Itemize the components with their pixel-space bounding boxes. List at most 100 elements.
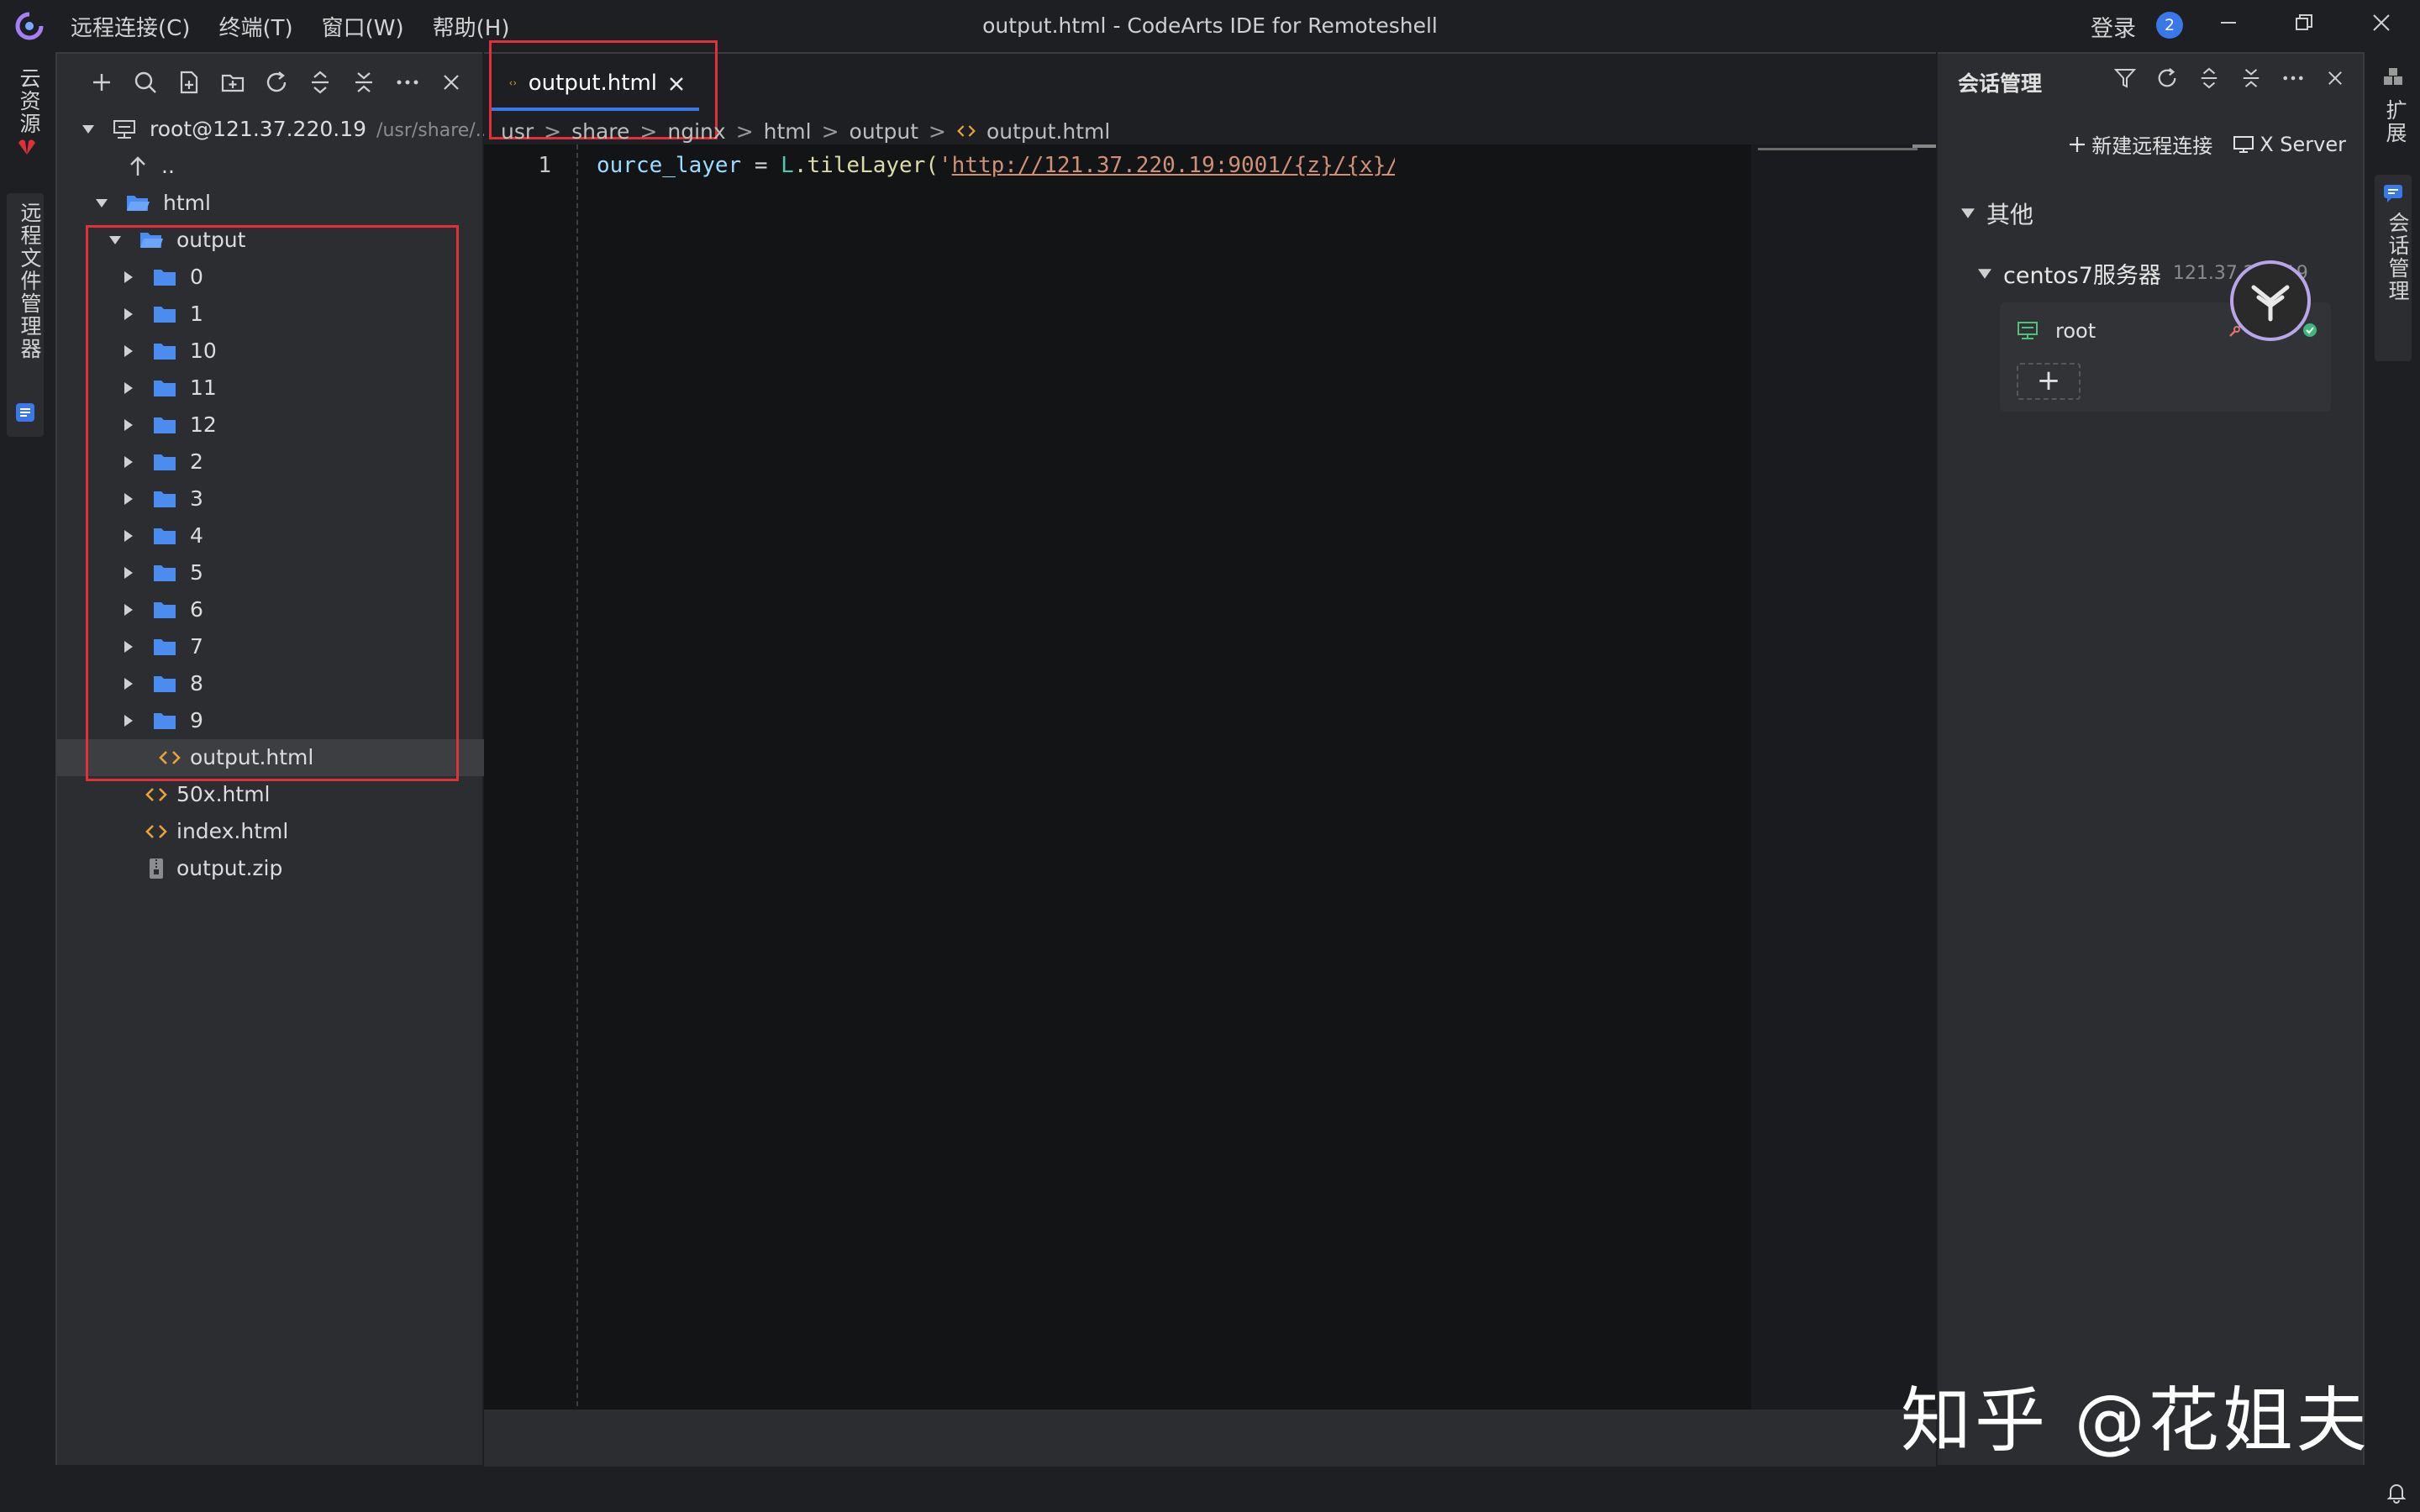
title-bar: 远程连接(C) 终端(T) 窗口(W) 帮助(H) output.html - … <box>0 0 2420 52</box>
file-label: output.zip <box>176 856 283 880</box>
menu-window[interactable]: 窗口(W) <box>322 11 404 42</box>
tree-file-index-html[interactable]: index.html <box>57 813 484 850</box>
more-actions-button[interactable] <box>395 70 420 95</box>
tree-subfolder-1[interactable]: 1 <box>57 296 484 333</box>
chevron-right-icon[interactable] <box>119 333 138 370</box>
folder-label: 11 <box>190 375 217 400</box>
tree-subfolder-8[interactable]: 8 <box>57 665 484 702</box>
menu-help[interactable]: 帮助(H) <box>433 11 510 42</box>
close-explorer-button[interactable] <box>439 70 464 95</box>
tree-subfolder-2[interactable]: 2 <box>57 444 484 480</box>
floating-assistant-avatar[interactable] <box>2230 260 2311 341</box>
vertical-scroll-indicator[interactable] <box>1912 144 1936 148</box>
menu-terminal[interactable]: 终端(T) <box>218 11 292 42</box>
minimize-icon <box>2221 22 2236 24</box>
chevron-right-icon[interactable] <box>119 702 138 739</box>
tree-folder-html[interactable]: html <box>57 185 484 222</box>
tree-subfolder-0[interactable]: 0 <box>57 259 484 296</box>
add-session-button[interactable]: + <box>2017 363 2081 400</box>
new-remote-connection-label: 新建远程连接 <box>2091 134 2213 158</box>
chevron-right-icon[interactable] <box>119 517 138 554</box>
filter-button[interactable] <box>2112 66 2138 91</box>
tree-subfolder-7[interactable]: 7 <box>57 628 484 665</box>
chevron-right-icon[interactable] <box>119 591 138 628</box>
tree-file-output-zip[interactable]: output.zip <box>57 850 484 887</box>
close-window-button[interactable] <box>2365 10 2398 40</box>
tree-subfolder-12[interactable]: 12 <box>57 407 484 444</box>
bell-icon[interactable] <box>2386 1482 2407 1504</box>
expand-all-button[interactable] <box>308 70 333 95</box>
chevron-down-icon[interactable] <box>92 185 111 222</box>
activity-remote-file-manager[interactable]: 远程文件管理器 <box>7 193 44 437</box>
code-token: L <box>781 153 794 178</box>
new-file-button[interactable] <box>176 70 202 95</box>
breadcrumb-item[interactable]: output <box>850 119 918 144</box>
editor-area: output.html usr > share > nginx > html > out… <box>484 40 1936 1467</box>
more-actions-button[interactable] <box>2281 66 2306 91</box>
refresh-button[interactable] <box>264 70 289 95</box>
minimap[interactable] <box>1751 144 1936 1465</box>
refresh-button[interactable] <box>2154 66 2180 91</box>
breadcrumb-item[interactable]: html <box>764 119 812 144</box>
search-button[interactable] <box>133 70 158 95</box>
tree-file-50x-html[interactable]: 50x.html <box>57 776 484 813</box>
activity-remote-file-manager-label: 远程文件管理器 <box>18 202 42 360</box>
breadcrumb-item[interactable]: output.html <box>986 119 1110 144</box>
breadcrumb: usr > share > nginx > html > output > output.… <box>501 116 1110 146</box>
notification-badge[interactable]: 2 <box>2156 12 2183 39</box>
chevron-right-icon: > <box>544 118 562 144</box>
collapse-all-button[interactable] <box>351 70 376 95</box>
code-editor[interactable]: 1 ource_layer = L.tileLayer('http://121.… <box>484 144 1936 1465</box>
activity-cloud-resources[interactable]: 云资源 <box>13 67 44 135</box>
new-folder-button[interactable] <box>220 70 245 95</box>
server-icon <box>113 120 135 139</box>
expand-all-button[interactable] <box>2196 66 2222 91</box>
chevron-right-icon[interactable] <box>119 628 138 665</box>
activity-session-manager[interactable]: 会话管理 <box>2375 175 2412 361</box>
breadcrumb-item[interactable]: share <box>571 119 629 144</box>
code-line-1[interactable]: ource_layer = L.tileLayer('http://121.37… <box>597 153 1395 178</box>
tree-file-output-html[interactable]: output.html <box>57 739 484 776</box>
tree-subfolder-6[interactable]: 6 <box>57 591 484 628</box>
chevron-right-icon[interactable] <box>119 554 138 591</box>
restore-button[interactable] <box>2287 10 2321 40</box>
chevron-down-icon[interactable] <box>106 222 124 259</box>
chevron-right-icon[interactable] <box>119 296 138 333</box>
tree-subfolder-4[interactable]: 4 <box>57 517 484 554</box>
root-label: root@121.37.220.19 <box>150 117 367 141</box>
collapse-all-icon <box>2243 69 2260 87</box>
session-user-root[interactable]: root <box>2017 319 2096 343</box>
tab-output-html[interactable]: output.html <box>489 59 699 111</box>
session-group-other[interactable]: 其他 <box>1961 197 2033 230</box>
breadcrumb-item[interactable]: nginx <box>667 119 725 144</box>
tree-subfolder-11[interactable]: 11 <box>57 370 484 407</box>
chevron-right-icon[interactable] <box>119 407 138 444</box>
tree-up-row[interactable]: .. <box>57 148 484 185</box>
chevron-right-icon[interactable] <box>119 444 138 480</box>
collapse-all-button[interactable] <box>2238 66 2264 91</box>
close-panel-button[interactable] <box>2323 66 2348 91</box>
tree-subfolder-3[interactable]: 3 <box>57 480 484 517</box>
tree-subfolder-10[interactable]: 10 <box>57 333 484 370</box>
new-item-button[interactable] <box>89 70 114 95</box>
login-button[interactable]: 登录 <box>2091 10 2136 43</box>
new-remote-connection-button[interactable]: 新建远程连接 <box>2068 129 2212 159</box>
chevron-right-icon[interactable] <box>119 370 138 407</box>
breadcrumb-item[interactable]: usr <box>501 119 534 144</box>
tree-folder-output[interactable]: output <box>57 222 484 259</box>
close-tab-button[interactable] <box>669 70 684 97</box>
activity-extensions[interactable]: 扩展 <box>2380 99 2410 144</box>
tree-root-row[interactable]: root@121.37.220.19/usr/share/... <box>57 111 493 148</box>
tree-subfolder-9[interactable]: 9 <box>57 702 484 739</box>
html-file-icon <box>145 825 167 838</box>
x-server-button[interactable]: X Server <box>2233 129 2346 159</box>
tree-subfolder-5[interactable]: 5 <box>57 554 484 591</box>
chevron-right-icon: > <box>929 118 946 144</box>
chevron-right-icon[interactable] <box>119 665 138 702</box>
chevron-down-icon[interactable] <box>79 111 97 148</box>
chevron-right-icon[interactable] <box>119 259 138 296</box>
menu-remote-connection[interactable]: 远程连接(C) <box>71 11 190 42</box>
chevron-right-icon[interactable] <box>119 480 138 517</box>
more-icon <box>397 80 418 85</box>
minimize-button[interactable] <box>2212 10 2245 40</box>
